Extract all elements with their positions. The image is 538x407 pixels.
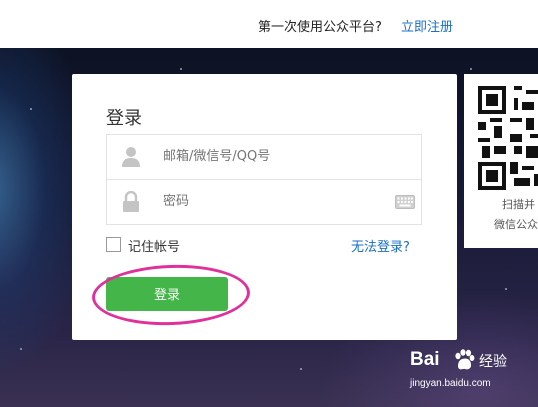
username-field[interactable] [106, 134, 422, 180]
username-input[interactable] [161, 148, 395, 165]
password-input[interactable] [161, 193, 395, 210]
qr-caption-line1: 扫描并 [502, 198, 535, 211]
watermark-brand: Bai [410, 349, 440, 370]
lock-icon [123, 191, 139, 212]
watermark-url: jingyan.baidu.com [410, 378, 491, 389]
baidu-jingyan-watermark: Bai 经验 jingyan.baidu.com [408, 345, 530, 403]
remember-label: 记住帐号 [128, 240, 181, 255]
first-time-question: 第一次使用公众平台? [258, 20, 382, 35]
register-link[interactable]: 立即注册 [401, 16, 453, 35]
qr-code-icon [478, 86, 538, 190]
cannot-login-link[interactable]: 无法登录? [351, 236, 410, 255]
qr-caption-line2: 微信公众 [494, 218, 538, 231]
qr-panel: 扫描并 微信公众 [464, 74, 538, 248]
top-bar: 第一次使用公众平台? 立即注册 [0, 0, 538, 48]
remember-checkbox[interactable] [106, 237, 121, 252]
user-icon [122, 147, 140, 167]
paw-icon [455, 349, 475, 370]
watermark-jingyan: 经验 [479, 354, 507, 370]
password-field[interactable] [106, 179, 422, 225]
keyboard-icon[interactable] [395, 195, 415, 209]
login-title: 登录 [106, 108, 142, 129]
